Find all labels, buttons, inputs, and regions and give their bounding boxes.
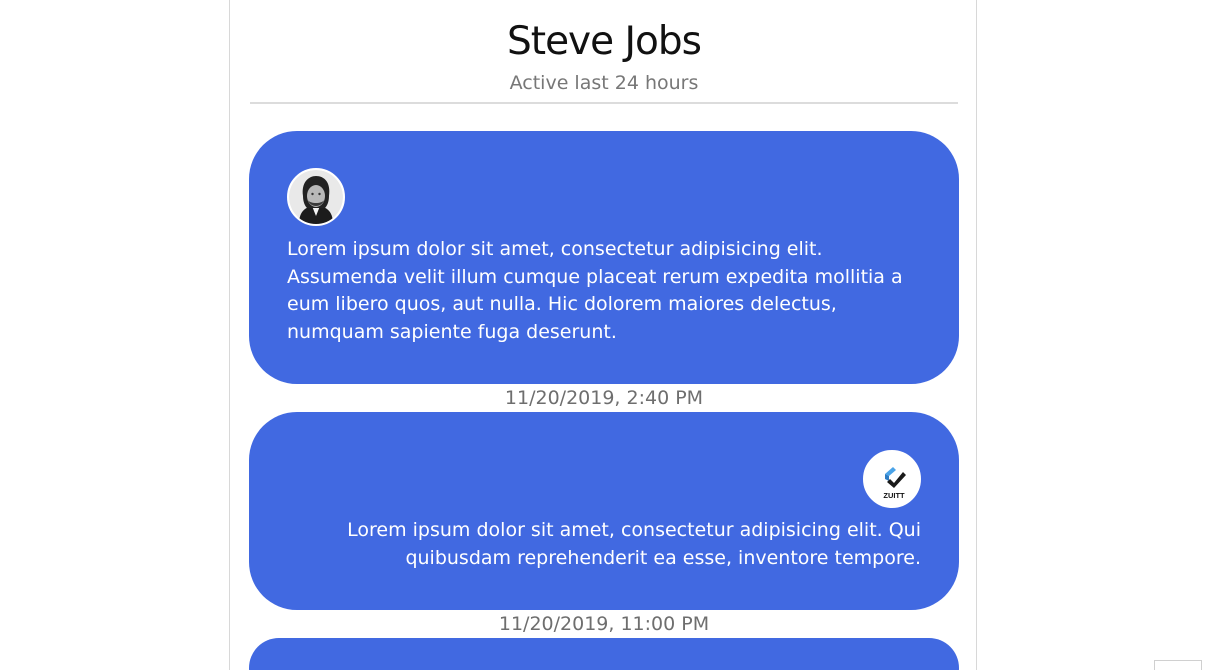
message-timestamp: 11/20/2019, 11:00 PM bbox=[498, 613, 710, 635]
avatar[interactable] bbox=[287, 168, 345, 226]
message-text: Lorem ipsum dolor sit amet, consectetur … bbox=[347, 519, 921, 569]
contact-name: Steve Jobs bbox=[507, 19, 702, 64]
avatar[interactable]: ZUITT bbox=[863, 450, 921, 508]
message-text: Lorem ipsum dolor sit amet, consectetur … bbox=[287, 238, 903, 343]
page: Steve Jobs Active last 24 hours Lorem ip… bbox=[0, 0, 1209, 670]
contact-status: Active last 24 hours bbox=[509, 72, 699, 94]
chat-header: Steve Jobs Active last 24 hours bbox=[250, 0, 958, 104]
zuitt-logo-text: ZUITT bbox=[883, 491, 905, 500]
zuitt-logo-icon: ZUITT bbox=[865, 452, 919, 506]
message-bubble[interactable]: Lorem ipsum dolor sit amet, consectetur … bbox=[249, 131, 959, 384]
message-timestamp: 11/20/2019, 2:40 PM bbox=[504, 387, 704, 409]
message-bubble[interactable] bbox=[249, 638, 959, 670]
chat-panel: Steve Jobs Active last 24 hours Lorem ip… bbox=[229, 0, 977, 670]
message-bubble[interactable]: ZUITT Lorem ipsum dolor sit amet, consec… bbox=[249, 412, 959, 610]
steve-jobs-photo-icon bbox=[289, 170, 343, 224]
corner-widget[interactable] bbox=[1154, 660, 1202, 670]
